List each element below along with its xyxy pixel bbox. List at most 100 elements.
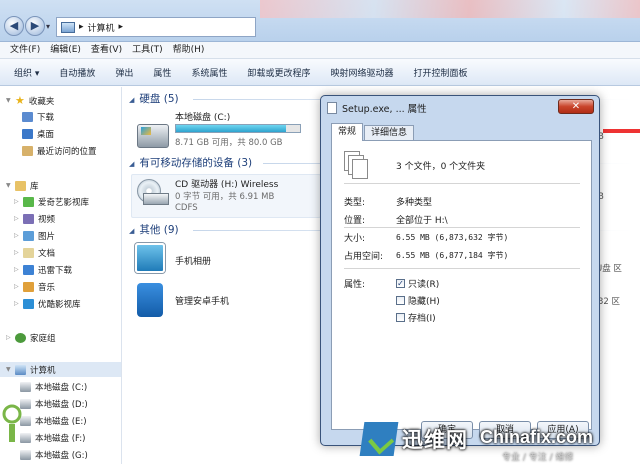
properties-button[interactable]: 属性 <box>153 66 171 79</box>
separator <box>344 268 580 269</box>
nav-item-music[interactable]: ▷ 音乐 <box>14 279 55 294</box>
group-hard-drives[interactable]: ◢ 硬盘 (5) <box>129 91 179 106</box>
archive-checkbox[interactable]: 存档(I) <box>396 311 436 324</box>
nav-item-label: 桌面 <box>37 129 55 140</box>
menu-file[interactable]: 文件(F) <box>10 42 40 58</box>
drive-h-tile[interactable]: CD 驱动器 (H:) Wireless 0 字节 可用，共 6.91 MB C… <box>175 177 315 217</box>
dialog-tabs: 常规 详细信息 <box>331 123 415 141</box>
library-icon <box>15 180 26 191</box>
tab-details[interactable]: 详细信息 <box>364 125 415 141</box>
collapse-icon[interactable]: ▷ <box>14 266 20 273</box>
attributes-label: 属性: <box>344 280 366 290</box>
properties-dialog: Setup.exe, ... 属性 ✕ 常规 详细信息 3 个文件，0 个文件夹… <box>320 95 600 446</box>
videos-icon <box>23 213 34 224</box>
nav-item-youku[interactable]: ▷ 优酷影视库 <box>14 296 81 311</box>
drive-body-shape <box>143 193 169 205</box>
collapse-icon[interactable]: ▷ <box>14 232 20 239</box>
collapse-icon[interactable]: ▷ <box>14 215 20 222</box>
nav-item-label: 本地磁盘 (G:) <box>35 450 88 461</box>
organize-button[interactable]: 组织 ▾ <box>14 66 39 79</box>
nav-item-recent[interactable]: 最近访问的位置 <box>22 143 97 158</box>
history-dropdown-icon[interactable]: ▾ <box>46 22 50 31</box>
dialog-title-bar[interactable]: Setup.exe, ... 属性 <box>327 99 427 117</box>
nav-libraries[interactable]: ▼ 库 <box>6 178 39 193</box>
nav-homegroup[interactable]: ▷ 家庭组 <box>6 330 56 345</box>
collapse-icon[interactable]: ▷ <box>14 300 20 307</box>
drive-c-tile[interactable]: 本地磁盘 (C:) 8.71 GB 可用，共 80.0 GB <box>175 110 305 150</box>
nav-computer[interactable]: ▼ 计算机 <box>0 362 121 377</box>
nav-homegroup-label: 家庭组 <box>30 333 56 344</box>
group-other[interactable]: ◢ 其他 (9) <box>129 222 179 237</box>
group-collapse-icon[interactable]: ◢ <box>129 160 134 168</box>
address-location[interactable]: 计算机 <box>88 21 115 34</box>
watermark-cn-text: 迅维网 <box>402 428 468 452</box>
system-properties-button[interactable]: 系统属性 <box>191 66 227 79</box>
partial-text: 32 区 <box>598 297 621 307</box>
close-button[interactable]: ✕ <box>558 99 594 114</box>
nav-item-videos[interactable]: ▷ 视频 <box>14 211 55 226</box>
computer-icon <box>61 21 75 33</box>
checkbox-box[interactable]: ✓ <box>396 279 405 288</box>
nav-drive-c[interactable]: 本地磁盘 (C:) <box>20 379 87 394</box>
size-on-disk-label: 占用空间: <box>344 252 384 262</box>
nav-item-label: 本地磁盘 (E:) <box>35 416 87 427</box>
forward-button[interactable]: ▶ <box>25 16 45 36</box>
nav-item-documents[interactable]: ▷ 文档 <box>14 245 55 260</box>
phone-album-icon <box>135 243 165 273</box>
nav-item-label: 音乐 <box>38 282 56 293</box>
group-removable[interactable]: ◢ 有可移动存储的设备 (3) <box>129 155 252 170</box>
readonly-checkbox[interactable]: ✓ 只读(R) <box>396 277 439 290</box>
autoplay-button[interactable]: 自动播放 <box>59 66 95 79</box>
group-collapse-icon[interactable]: ◢ <box>129 227 134 235</box>
expand-icon[interactable]: ▼ <box>6 182 12 189</box>
general-panel: 3 个文件，0 个文件夹 类型: 多种类型 位置: 全部位于 H:\ 大小: 6… <box>331 140 592 430</box>
hidden-checkbox[interactable]: 隐藏(H) <box>396 294 440 307</box>
checkbox-box[interactable] <box>396 296 405 305</box>
menu-edit[interactable]: 编辑(E) <box>50 42 81 58</box>
eject-button[interactable]: 弹出 <box>115 66 133 79</box>
map-drive-button[interactable]: 映射网络驱动器 <box>330 66 393 79</box>
separator <box>344 227 580 228</box>
expand-icon[interactable]: ▼ <box>6 97 12 104</box>
collapse-icon[interactable]: ▷ <box>14 249 20 256</box>
phone-album-label: 手机相册 <box>175 257 212 267</box>
nav-drive-g[interactable]: 本地磁盘 (G:) <box>20 447 88 462</box>
collapse-icon[interactable]: ▷ <box>14 198 20 205</box>
checkbox-box[interactable] <box>396 313 405 322</box>
thunder-download-icon <box>23 264 34 275</box>
nav-item-label: 优酷影视库 <box>38 299 81 310</box>
drive-c-usage-fill <box>176 125 287 132</box>
menu-view[interactable]: 查看(V) <box>91 42 122 58</box>
group-hard-drives-label: 硬盘 (5) <box>139 93 179 105</box>
address-bar-area: ◀ ▶ ▾ ▸ 计算机 ▸ <box>0 0 640 42</box>
star-icon: ★ <box>15 94 25 107</box>
group-other-label: 其他 (9) <box>139 224 179 236</box>
nav-drive-d[interactable]: 本地磁盘 (D:) <box>20 396 88 411</box>
chinafix-watermark: 迅维网 Chinafix.com 专业 / 专注 / 维修 <box>359 418 640 464</box>
nav-item-label: 视频 <box>38 214 56 225</box>
tab-general[interactable]: 常规 <box>331 123 364 141</box>
nav-item-pictures[interactable]: ▷ 图片 <box>14 228 55 243</box>
control-panel-button[interactable]: 打开控制面板 <box>413 66 467 79</box>
nav-drive-f[interactable]: 本地磁盘 (F:) <box>20 430 85 445</box>
nav-item-iqiyi[interactable]: ▷ 爱奇艺影视库 <box>14 194 89 209</box>
nav-item-thunder[interactable]: ▷ 迅雷下载 <box>14 262 72 277</box>
back-button[interactable]: ◀ <box>4 16 24 36</box>
nav-drive-e[interactable]: 本地磁盘 (E:) <box>20 413 87 428</box>
group-collapse-icon[interactable]: ◢ <box>129 96 134 104</box>
address-input[interactable]: ▸ 计算机 ▸ <box>56 17 256 37</box>
nav-item-downloads[interactable]: 下载 <box>22 109 54 124</box>
nav-item-label: 本地磁盘 (D:) <box>35 399 88 410</box>
menu-help[interactable]: 帮助(H) <box>173 42 205 58</box>
nav-item-desktop[interactable]: 桌面 <box>22 126 54 141</box>
collapse-icon[interactable]: ▷ <box>14 283 20 290</box>
nav-favorites[interactable]: ▼ ★ 收藏夹 <box>6 93 54 108</box>
expand-icon[interactable]: ▼ <box>6 366 12 373</box>
uninstall-button[interactable]: 卸载或更改程序 <box>247 66 310 79</box>
cd-drive-icon <box>137 179 169 209</box>
document-icon <box>327 102 337 114</box>
multiple-files-icon <box>344 151 368 179</box>
hard-drive-icon <box>20 381 31 392</box>
collapse-icon[interactable]: ▷ <box>6 334 12 341</box>
menu-tools[interactable]: 工具(T) <box>132 42 163 58</box>
